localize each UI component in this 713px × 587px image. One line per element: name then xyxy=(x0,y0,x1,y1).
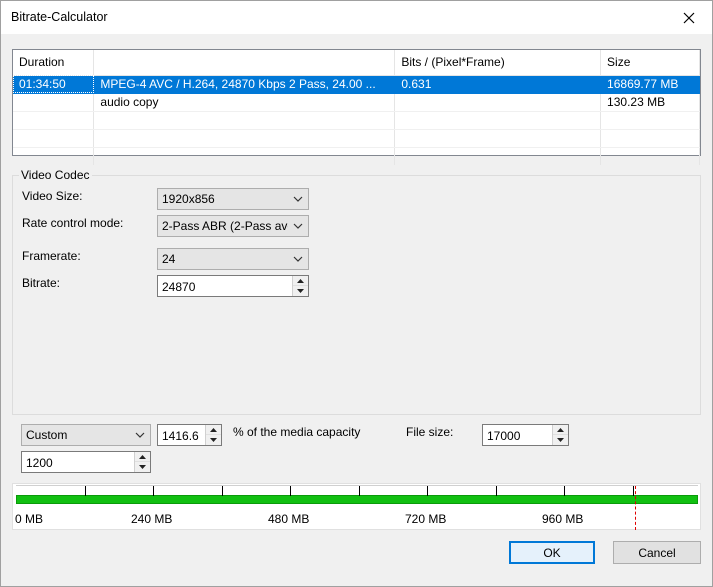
spin-up-button[interactable] xyxy=(293,276,308,286)
media-capacity-bar: 0 MB 240 MB 480 MB 720 MB 960 MB xyxy=(12,483,701,530)
arrow-up-icon xyxy=(557,427,564,432)
capacity-limit-marker xyxy=(635,486,636,530)
bitrate-spinner[interactable]: 24870 xyxy=(157,275,309,297)
table-row[interactable]: audio copy 130.23 MB xyxy=(13,93,700,112)
capacity-bar-tick xyxy=(427,486,428,496)
video-size-label: Video Size: xyxy=(22,189,83,203)
chevron-down-icon xyxy=(291,218,305,234)
custom-size-spinner[interactable]: 1200 xyxy=(21,451,151,473)
spin-down-button[interactable] xyxy=(293,286,308,296)
capacity-bar-tick xyxy=(564,486,565,496)
framerate-select[interactable]: 24 xyxy=(157,248,309,270)
cell-bits-per-pixel-frame xyxy=(394,93,602,112)
cell-bits-per-pixel-frame: 0.631 xyxy=(394,75,602,94)
cell-size: 130.23 MB xyxy=(600,93,700,112)
rate-control-mode-label: Rate control mode: xyxy=(22,216,124,230)
capacity-bar-tick xyxy=(496,486,497,496)
media-capacity-percent-input[interactable]: 1416.6 xyxy=(162,429,199,443)
table-header-row: Duration Bits / (Pixel*Frame) Size xyxy=(13,50,700,76)
tick-label: 0 MB xyxy=(15,512,44,526)
tick-label: 480 MB xyxy=(268,512,310,526)
media-preset-value: Custom xyxy=(26,428,68,442)
bitrate-input[interactable]: 24870 xyxy=(162,280,195,294)
track-list[interactable]: Duration Bits / (Pixel*Frame) Size 01:34… xyxy=(12,49,701,166)
arrow-down-icon xyxy=(139,465,146,469)
percent-spin-buttons xyxy=(205,425,221,445)
spin-down-button[interactable] xyxy=(553,435,568,445)
tick-label: 240 MB xyxy=(131,512,173,526)
video-codec-group xyxy=(12,175,701,415)
capacity-bar-tick xyxy=(222,486,223,496)
cell-description: audio copy xyxy=(93,93,396,112)
file-size-label: File size: xyxy=(406,425,454,439)
capacity-bar-tick xyxy=(153,486,154,496)
cell-duration: 01:34:50 xyxy=(13,75,95,94)
video-size-select[interactable]: 1920x856 xyxy=(157,188,309,210)
capacity-bar-axis xyxy=(16,485,698,486)
chevron-down-icon xyxy=(291,191,305,207)
video-codec-group-title: Video Codec xyxy=(19,168,92,182)
arrow-down-icon xyxy=(557,438,564,442)
bitrate-label: Bitrate: xyxy=(22,276,61,290)
capacity-bar-tick xyxy=(633,486,634,496)
custom-size-spin-buttons xyxy=(134,452,150,472)
arrow-up-icon xyxy=(297,278,304,283)
track-table: Duration Bits / (Pixel*Frame) Size 01:34… xyxy=(13,50,700,166)
custom-size-input[interactable]: 1200 xyxy=(26,456,53,470)
capacity-bar-fill xyxy=(16,495,698,504)
ok-button[interactable]: OK xyxy=(509,541,595,564)
table-row-empty xyxy=(13,129,700,148)
capacity-bar-tick xyxy=(359,486,360,496)
chevron-down-icon xyxy=(133,427,147,443)
arrow-down-icon xyxy=(297,289,304,293)
bitrate-spin-buttons xyxy=(292,276,308,296)
table-row-empty xyxy=(13,111,700,130)
spin-up-button[interactable] xyxy=(206,425,221,435)
file-size-input[interactable]: 17000 xyxy=(487,429,520,443)
close-icon xyxy=(683,12,695,23)
tick-label: 720 MB xyxy=(405,512,447,526)
arrow-up-icon xyxy=(210,427,217,432)
tick-label: 960 MB xyxy=(542,512,584,526)
close-button[interactable] xyxy=(666,1,712,34)
spin-down-button[interactable] xyxy=(206,435,221,445)
file-size-spin-buttons xyxy=(552,425,568,445)
cell-description: MPEG-4 AVC / H.264, 24870 Kbps 2 Pass, 2… xyxy=(93,75,396,94)
media-capacity-label: % of the media capacity xyxy=(233,425,361,439)
media-capacity-percent-spinner[interactable]: 1416.6 xyxy=(157,424,222,446)
video-size-value: 1920x856 xyxy=(162,192,215,206)
bitrate-calculator-dialog: Bitrate-Calculator Duration Bits / (Pixe… xyxy=(0,0,713,587)
arrow-down-icon xyxy=(210,438,217,442)
chevron-down-icon xyxy=(291,251,305,267)
capacity-bar-tick xyxy=(85,486,86,496)
rate-control-mode-value: 2-Pass ABR (2-Pass average bitrate) xyxy=(162,219,288,233)
window-title: Bitrate-Calculator xyxy=(11,10,108,24)
column-header-bits-per-pixel-frame[interactable]: Bits / (Pixel*Frame) xyxy=(394,50,602,76)
cancel-button[interactable]: Cancel xyxy=(613,541,701,564)
file-size-spinner[interactable]: 17000 xyxy=(482,424,569,446)
framerate-value: 24 xyxy=(162,252,176,266)
spin-down-button[interactable] xyxy=(135,462,150,472)
table-row[interactable]: 01:34:50 MPEG-4 AVC / H.264, 24870 Kbps … xyxy=(13,75,700,94)
rate-control-mode-select[interactable]: 2-Pass ABR (2-Pass average bitrate) xyxy=(157,215,309,237)
capacity-bar-tick xyxy=(290,486,291,496)
cell-size: 16869.77 MB xyxy=(600,75,700,94)
spin-up-button[interactable] xyxy=(135,452,150,462)
arrow-up-icon xyxy=(139,454,146,459)
framerate-label: Framerate: xyxy=(22,249,81,263)
cell-duration xyxy=(13,93,95,112)
column-header-size[interactable]: Size xyxy=(600,50,700,76)
spin-up-button[interactable] xyxy=(553,425,568,435)
media-preset-select[interactable]: Custom xyxy=(21,424,151,446)
column-header-description[interactable] xyxy=(93,50,396,76)
table-row-empty xyxy=(13,147,700,166)
column-header-duration[interactable]: Duration xyxy=(13,50,95,76)
title-bar: Bitrate-Calculator xyxy=(1,1,712,34)
